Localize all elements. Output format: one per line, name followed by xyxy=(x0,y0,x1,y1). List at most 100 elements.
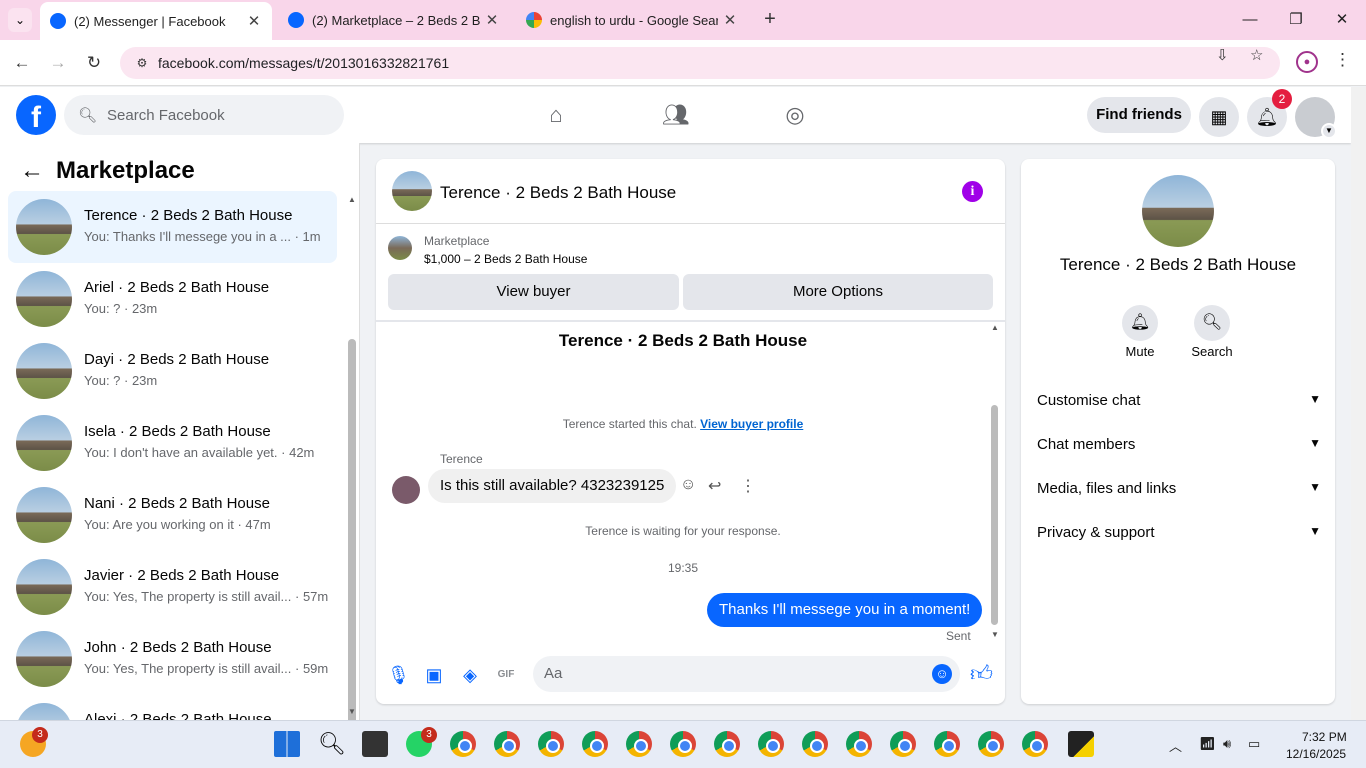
incoming-message[interactable]: Is this still available? 4323239125 xyxy=(428,469,677,503)
scroll-up-arrow-icon[interactable]: ▲ xyxy=(991,323,999,332)
microphone-icon[interactable]: 🎙︎ xyxy=(387,664,410,686)
battery-icon[interactable]: ▭ xyxy=(1248,736,1260,752)
chrome-icon[interactable] xyxy=(846,731,872,757)
chrome-icon[interactable] xyxy=(538,731,564,757)
new-tab-button[interactable]: + xyxy=(758,8,782,32)
chrome-icon[interactable] xyxy=(494,731,520,757)
windows-start-icon[interactable] xyxy=(274,731,300,757)
chat-members-row[interactable]: Chat members ▼ xyxy=(1037,436,1321,453)
show-hidden-icons-chevron-icon[interactable]: ︿ xyxy=(1169,736,1182,755)
reload-button[interactable]: ↻ xyxy=(82,51,106,75)
conversation-item[interactable]: Javier · 2 Beds 2 Bath House You: Yes, T… xyxy=(8,551,337,623)
message-input[interactable]: Aa xyxy=(533,656,960,692)
reply-icon[interactable]: ↩ xyxy=(708,476,721,496)
restore-button[interactable]: ❐ xyxy=(1280,6,1312,34)
more-options-button[interactable]: More Options xyxy=(683,274,993,310)
wifi-icon[interactable]: 📶︎ xyxy=(1199,736,1216,752)
task-view-icon[interactable] xyxy=(362,731,388,757)
forward-button[interactable]: → xyxy=(46,51,70,75)
chrome-icon[interactable] xyxy=(626,731,652,757)
profile-icon[interactable]: ● xyxy=(1296,51,1318,73)
facebook-search-input[interactable]: 🔍︎ Search Facebook xyxy=(64,95,344,135)
info-avatar[interactable] xyxy=(1142,175,1214,247)
conversation-item[interactable]: Terence · 2 Beds 2 Bath House You: Thank… xyxy=(8,191,337,263)
home-icon[interactable]: ⌂ xyxy=(542,101,570,129)
address-bar[interactable]: ⚙ facebook.com/messages/t/20130163328217… xyxy=(120,47,1280,79)
tab-search-button[interactable]: ⌄ xyxy=(8,8,32,32)
more-actions-icon[interactable]: ⋮ xyxy=(740,476,756,496)
chat-scrollbar[interactable] xyxy=(991,405,998,625)
chrome-icon[interactable] xyxy=(1022,731,1048,757)
close-tab-icon[interactable]: ✕ xyxy=(480,11,504,29)
friends-icon[interactable]: 👥︎ xyxy=(662,101,690,129)
conversation-item[interactable]: Ariel · 2 Beds 2 Bath House You: ? · 23m xyxy=(8,263,337,335)
tab-google-search[interactable]: english to urdu - Google Search ✕ xyxy=(516,0,748,40)
scroll-up-arrow-icon[interactable]: ▲ xyxy=(348,195,356,204)
message-timestamp: 19:35 xyxy=(667,561,699,575)
customise-chat-row[interactable]: Customise chat ▼ xyxy=(1037,392,1321,409)
page-scrollbar[interactable] xyxy=(1351,87,1366,720)
browser-menu-icon[interactable]: ⋮ xyxy=(1334,50,1351,70)
chrome-icon[interactable] xyxy=(670,731,696,757)
minimize-button[interactable]: — xyxy=(1234,6,1266,34)
listing-avatar xyxy=(16,199,72,255)
conversation-item[interactable]: Alexi · 2 Beds 2 Bath House xyxy=(8,695,337,720)
chat-title[interactable]: Terence · 2 Beds 2 Bath House xyxy=(440,183,676,203)
find-friends-button[interactable]: Find friends xyxy=(1087,97,1191,133)
back-button[interactable]: ← xyxy=(10,51,34,75)
search-icon[interactable]: 🔍︎ xyxy=(318,731,346,757)
info-icon[interactable]: i xyxy=(962,181,983,202)
media-files-links-row[interactable]: Media, files and links ▼ xyxy=(1037,480,1321,497)
like-thumb-icon[interactable]: 👍︎ xyxy=(970,660,993,687)
site-info-icon[interactable]: ⚙ xyxy=(132,56,152,70)
close-window-button[interactable]: ✕ xyxy=(1326,6,1358,34)
chrome-icon[interactable] xyxy=(934,731,960,757)
outgoing-message[interactable]: Thanks I'll messege you in a moment! xyxy=(707,593,983,627)
tab-marketplace[interactable]: (2) Marketplace – 2 Beds 2 Bath House ✕ xyxy=(278,0,510,40)
view-buyer-profile-link[interactable]: View buyer profile xyxy=(700,417,803,431)
listing-price[interactable]: $1,000 – 2 Beds 2 Bath House xyxy=(424,252,587,266)
back-arrow-icon[interactable]: ← xyxy=(20,157,44,185)
chrome-icon[interactable] xyxy=(714,731,740,757)
groups-icon[interactable]: ◎ xyxy=(781,101,809,129)
install-app-icon[interactable]: ⇩ xyxy=(1216,46,1229,64)
chevron-down-icon[interactable]: ▼ xyxy=(1321,123,1337,139)
sidebar-scrollbar[interactable] xyxy=(348,339,356,720)
bookmark-star-icon[interactable]: ☆ xyxy=(1250,46,1263,64)
chat-avatar[interactable] xyxy=(392,171,432,211)
scroll-down-arrow-icon[interactable]: ▼ xyxy=(991,630,999,639)
sender-avatar[interactable] xyxy=(392,476,420,504)
view-buyer-button[interactable]: View buyer xyxy=(388,274,679,310)
conversation-item[interactable]: Dayi · 2 Beds 2 Bath House You: ? · 23m xyxy=(8,335,337,407)
sticky-notes-icon[interactable] xyxy=(1068,731,1094,757)
close-tab-icon[interactable]: ✕ xyxy=(242,12,266,30)
react-emoji-icon[interactable]: ☺ xyxy=(680,476,696,494)
volume-icon[interactable]: 🔊︎ xyxy=(1223,736,1231,752)
mute-bell-icon[interactable]: 🔔︎ xyxy=(1122,305,1158,341)
scroll-down-arrow-icon[interactable]: ▼ xyxy=(348,707,356,716)
url-text[interactable]: facebook.com/messages/t/2013016332821761 xyxy=(158,55,449,71)
chrome-icon[interactable] xyxy=(758,731,784,757)
sticker-icon[interactable]: ◈ xyxy=(459,664,481,686)
privacy-support-row[interactable]: Privacy & support ▼ xyxy=(1037,524,1321,541)
search-icon[interactable]: 🔍︎ xyxy=(1194,305,1230,341)
chrome-icon[interactable] xyxy=(582,731,608,757)
facebook-logo-icon[interactable]: f xyxy=(16,95,56,135)
photo-icon[interactable]: ▣ xyxy=(423,664,445,686)
chrome-icon[interactable] xyxy=(890,731,916,757)
chrome-icon[interactable] xyxy=(450,731,476,757)
menu-grid-icon[interactable]: ▦ xyxy=(1199,97,1239,137)
chrome-icon[interactable] xyxy=(978,731,1004,757)
conversation-item[interactable]: John · 2 Beds 2 Bath House You: Yes, The… xyxy=(8,623,337,695)
gif-icon[interactable]: GIF xyxy=(495,664,517,686)
tab-messenger[interactable]: (2) Messenger | Facebook ✕ xyxy=(40,2,272,40)
clock-date[interactable]: 12/16/2025 xyxy=(1286,747,1346,761)
conversation-preview: You: I don't have an available yet. · 42… xyxy=(84,445,315,460)
emoji-icon[interactable]: ☺ xyxy=(932,664,952,684)
browser-toolbar: ← → ↻ ⚙ facebook.com/messages/t/20130163… xyxy=(0,40,1366,86)
chrome-icon[interactable] xyxy=(802,731,828,757)
close-tab-icon[interactable]: ✕ xyxy=(718,11,742,29)
clock-time[interactable]: 7:32 PM xyxy=(1302,730,1347,744)
conversation-item[interactable]: Nani · 2 Beds 2 Bath House You: Are you … xyxy=(8,479,337,551)
conversation-item[interactable]: Isela · 2 Beds 2 Bath House You: I don't… xyxy=(8,407,337,479)
